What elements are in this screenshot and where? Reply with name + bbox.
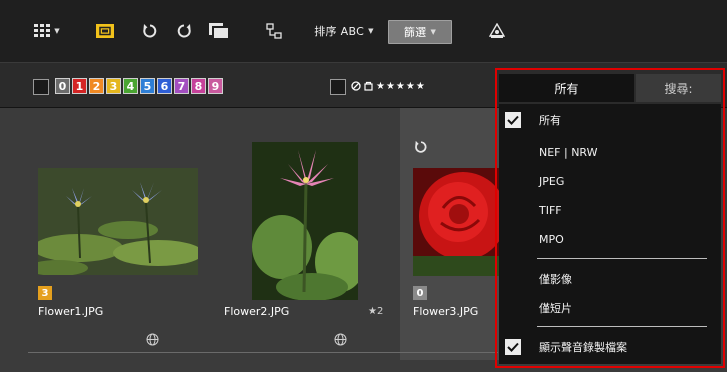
lotus-photo xyxy=(252,142,358,300)
color-label-3[interactable]: 3 xyxy=(106,78,121,94)
thumbnail-image[interactable] xyxy=(38,168,198,275)
rotate-left-button[interactable] xyxy=(138,18,162,44)
fit-frame-icon xyxy=(96,24,114,38)
slideshow-button[interactable] xyxy=(205,18,233,44)
hierarchy-icon xyxy=(266,23,282,39)
compare-button[interactable] xyxy=(262,18,286,44)
color-label-0[interactable]: 0 xyxy=(55,78,70,94)
rating-stars[interactable]: ★★★★★ xyxy=(376,81,426,92)
color-label-5[interactable]: 5 xyxy=(140,78,155,94)
color-label-8[interactable]: 8 xyxy=(191,78,206,94)
grid-view-icon xyxy=(34,24,51,37)
filter-dropdown[interactable]: 篩選 ▼ xyxy=(388,20,452,44)
rotate-right-button[interactable] xyxy=(172,18,196,44)
highlight-frame xyxy=(495,68,725,368)
rotate-ccw-icon xyxy=(143,24,157,38)
rating-filter-checkbox[interactable] xyxy=(330,79,346,95)
unrated-icon[interactable] xyxy=(364,81,373,91)
thumbnail-cell[interactable]: 0 Flower3.JPG xyxy=(400,108,499,360)
color-label-2[interactable]: 2 xyxy=(89,78,104,94)
rating-row: ★★★★★ xyxy=(351,78,426,94)
water-lily-photo xyxy=(38,168,198,275)
globe-icon xyxy=(146,333,159,346)
stack-icon xyxy=(209,23,228,38)
color-label-6[interactable]: 6 xyxy=(157,78,172,94)
color-label-badge: 3 xyxy=(38,286,52,300)
chevron-down-icon: ▼ xyxy=(430,28,437,36)
label-filter-checkbox[interactable] xyxy=(33,79,49,95)
chevron-down-icon: ▼ xyxy=(368,27,374,35)
edit-button[interactable] xyxy=(485,18,509,44)
view-mode-button[interactable]: ▼ xyxy=(27,18,67,44)
color-label-1[interactable]: 1 xyxy=(72,78,87,94)
thumbnail-image[interactable] xyxy=(252,142,358,300)
rose-photo xyxy=(413,168,499,276)
reject-icon[interactable] xyxy=(351,81,361,91)
thumbnail-filename: Flower3.JPG xyxy=(413,305,479,318)
globe-icon xyxy=(334,333,347,346)
divider xyxy=(28,352,498,353)
thumbnail-filename: Flower1.JPG xyxy=(38,305,104,318)
chevron-down-icon: ▼ xyxy=(54,27,60,35)
color-label-badge: 0 xyxy=(413,286,427,300)
sort-dropdown[interactable]: 排序 ABC ▼ xyxy=(306,18,382,44)
thumbnail-filename: Flower2.JPG xyxy=(224,305,290,318)
thumbnail-cell[interactable]: 3 Flower1.JPG xyxy=(30,108,210,360)
rating-indicator: ★2 xyxy=(368,306,384,317)
thumbnail-cell[interactable]: Flower2.JPG ★2 xyxy=(218,108,396,360)
fit-image-button[interactable] xyxy=(93,18,117,44)
rotate-ccw-icon[interactable] xyxy=(414,140,428,154)
thumbnail-image[interactable] xyxy=(413,168,499,276)
rotate-cw-icon xyxy=(177,24,191,38)
color-label-7[interactable]: 7 xyxy=(174,78,189,94)
palette-icon xyxy=(489,23,505,38)
filter-label: 篩選 xyxy=(403,26,427,39)
color-label-4[interactable]: 4 xyxy=(123,78,138,94)
main-toolbar: ▼ 排序 ABC ▼ 篩選 ▼ xyxy=(0,0,727,62)
color-label-9[interactable]: 9 xyxy=(208,78,223,94)
sort-label: 排序 ABC xyxy=(314,25,365,38)
